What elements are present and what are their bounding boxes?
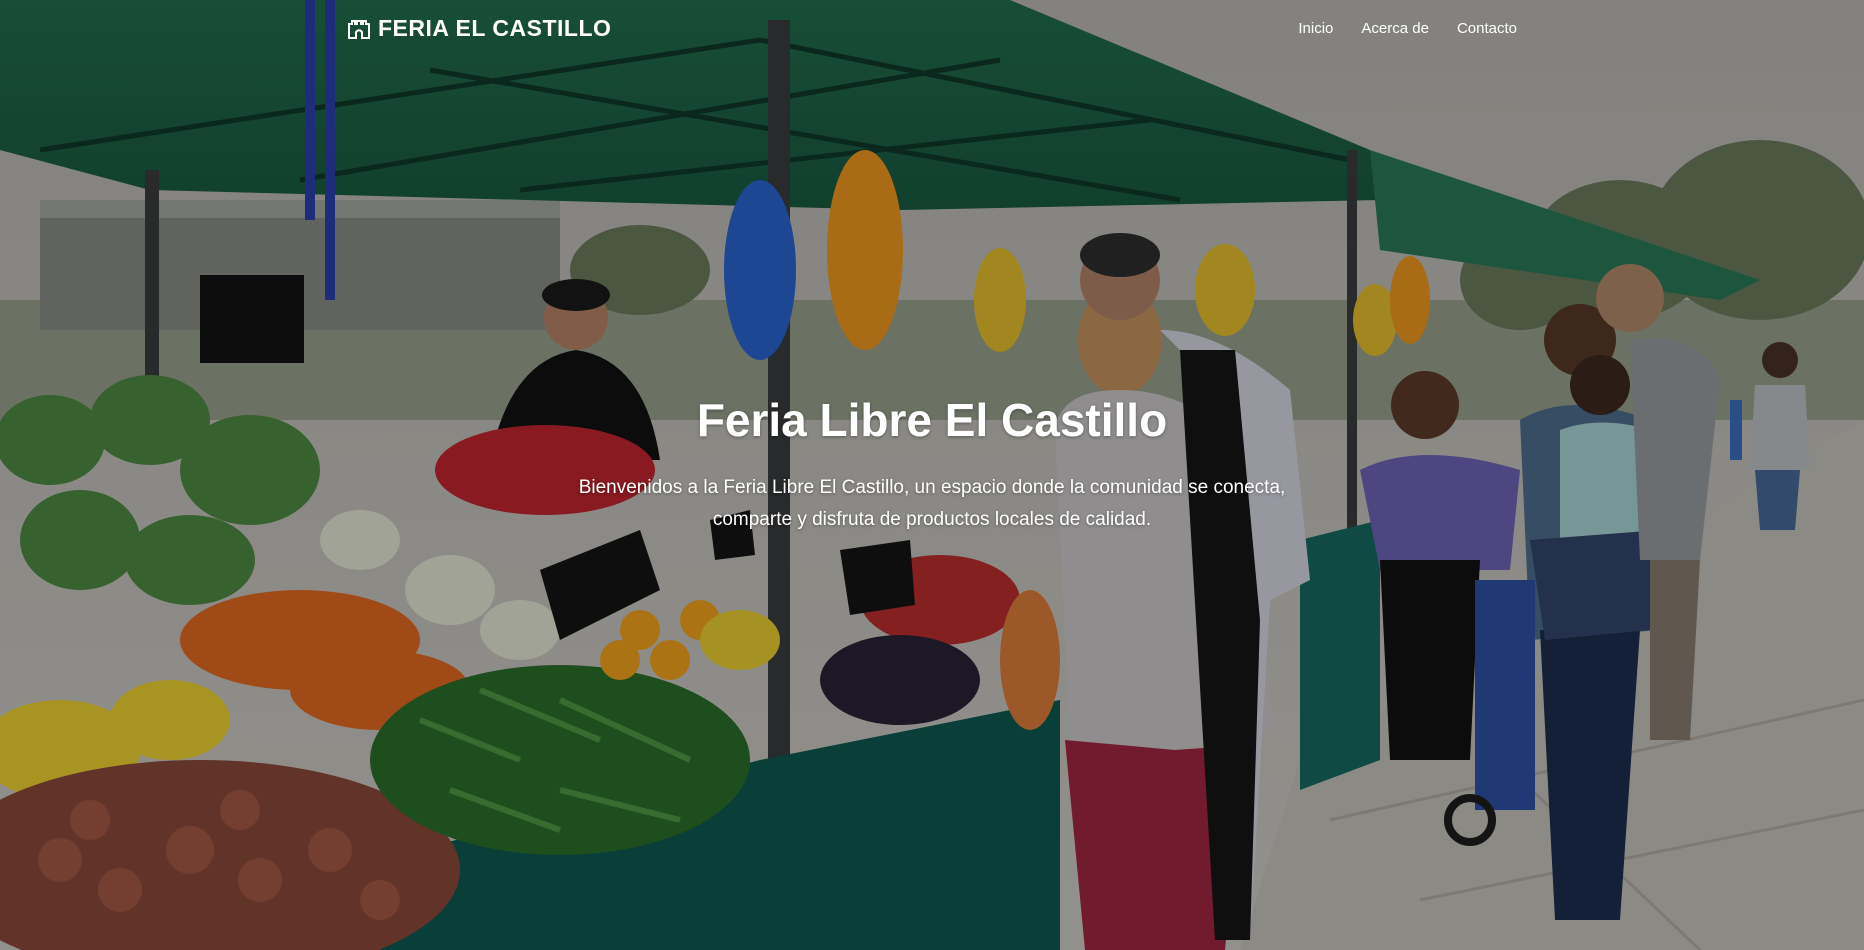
nav-link-acerca-de[interactable]: Acerca de: [1361, 20, 1429, 37]
castle-icon: [348, 19, 370, 39]
brand-link[interactable]: FERIA EL CASTILLO: [348, 15, 611, 42]
hero-description: Bienvenidos a la Feria Libre El Castillo…: [578, 477, 1286, 530]
nav-link-contacto[interactable]: Contacto: [1457, 20, 1517, 37]
brand-label: FERIA EL CASTILLO: [378, 15, 612, 41]
hero-title: Feria Libre El Castillo: [696, 394, 1168, 446]
hero-content: Feria Libre El Castillo Bienvenidos a la…: [532, 392, 1332, 536]
hero-section: FERIA EL CASTILLO Inicio Acerca de Conta…: [0, 0, 1864, 950]
nav-link-inicio[interactable]: Inicio: [1298, 20, 1333, 37]
navbar: FERIA EL CASTILLO Inicio Acerca de Conta…: [0, 0, 1864, 60]
nav-links: Inicio Acerca de Contacto: [1298, 20, 1517, 37]
